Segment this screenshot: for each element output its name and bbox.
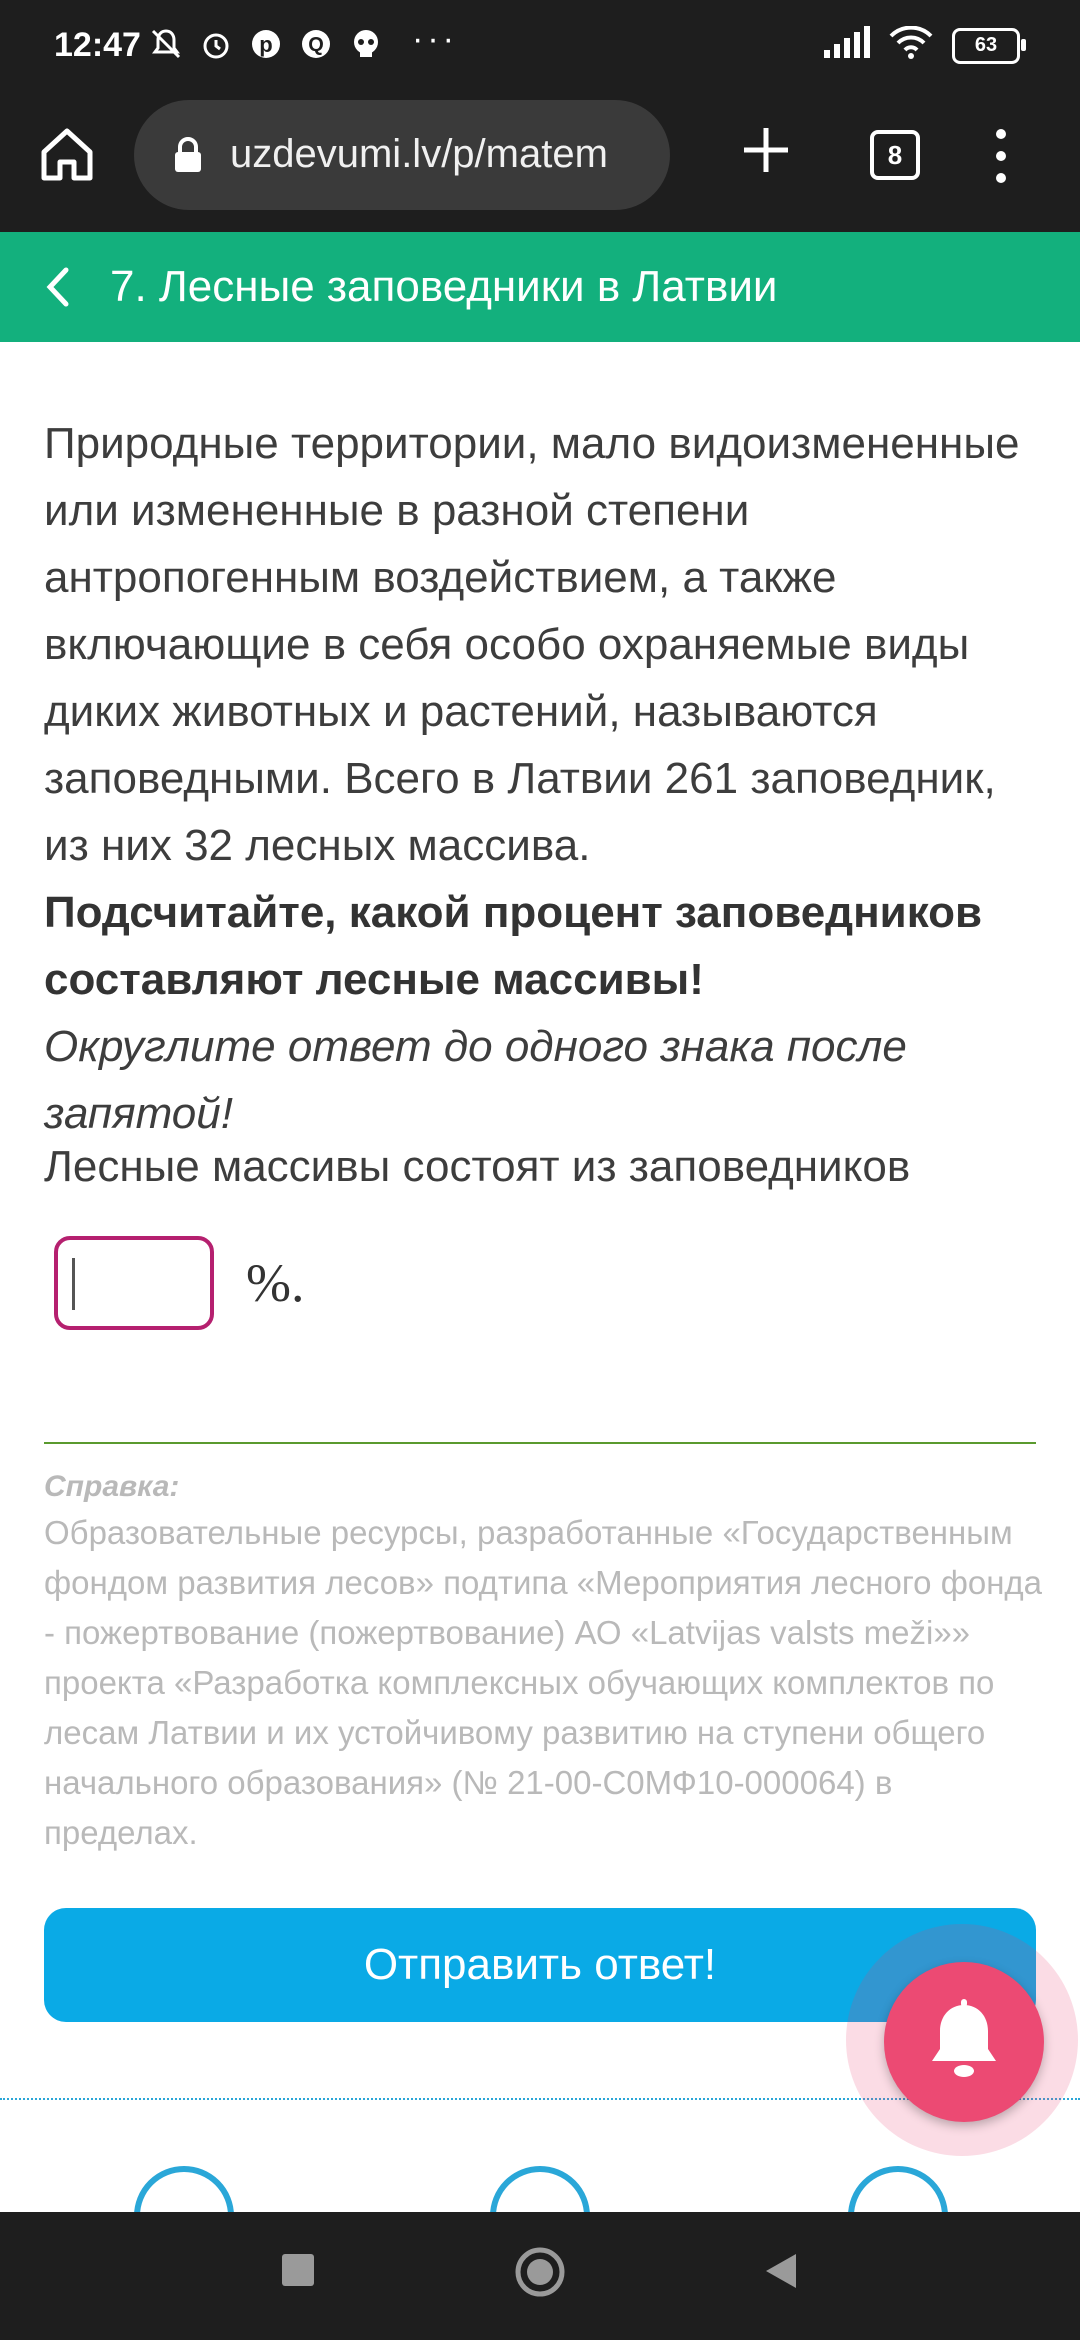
notification-icons: p Q ···	[148, 20, 458, 62]
alarm-icon	[198, 26, 234, 62]
menu-icon[interactable]	[986, 124, 1016, 188]
task-paragraph: Природные территории, мало видоизмененны…	[44, 410, 1044, 1147]
clock: 12:47	[54, 26, 141, 64]
topic-title: 7. Лесные заповедники в Латвии	[110, 262, 778, 311]
battery-indicator: 63	[952, 27, 1026, 64]
mute-icon	[148, 26, 184, 62]
task-description: Природные территории, мало видоизмененны…	[44, 419, 1020, 870]
topic-header: 7. Лесные заповедники в Латвии	[0, 232, 1080, 342]
svg-text:p: p	[259, 32, 272, 57]
tab-count: 8	[887, 139, 903, 170]
plus-icon[interactable]	[736, 120, 796, 180]
more-notifications: ···	[412, 19, 458, 58]
lock-icon	[172, 136, 204, 174]
home-icon[interactable]	[34, 122, 100, 188]
svg-text:Q: Q	[308, 34, 324, 56]
notification-bell-halo	[846, 1924, 1078, 2156]
system-icons: 63	[822, 25, 1026, 65]
battery-level: 63	[974, 34, 998, 56]
address-bar[interactable]: uzdevumi.lv/p/matem	[134, 100, 670, 210]
reference-label: Справка:	[44, 1470, 180, 1503]
back-icon[interactable]	[38, 262, 78, 312]
skull-icon	[348, 26, 384, 62]
recents-icon[interactable]	[280, 2252, 316, 2293]
task-text: Природные территории, мало видоизмененны…	[44, 410, 1044, 1147]
answer-input[interactable]	[54, 1236, 214, 1330]
system-navigation-bar	[0, 2212, 1080, 2340]
task-instruction: Подсчитайте, какой процент заповедников …	[44, 888, 983, 1004]
text-cursor	[72, 1258, 75, 1310]
bell-icon[interactable]	[884, 1962, 1044, 2122]
pinterest-icon: p	[248, 26, 284, 62]
quora-icon: Q	[298, 26, 334, 62]
divider	[44, 1442, 1036, 1444]
home-nav-icon[interactable]	[514, 2246, 566, 2303]
unit-label: %.	[246, 1253, 305, 1313]
signal-icon	[822, 26, 870, 65]
status-bar: 12:47 p Q ··· 63	[0, 0, 1080, 96]
tabs-icon[interactable]: 8	[870, 130, 920, 180]
reference-text: Образовательные ресурсы, разработанные «…	[44, 1514, 1043, 1851]
rounding-hint: Округлите ответ до одного знака после за…	[44, 1022, 907, 1138]
back-nav-icon[interactable]	[762, 2252, 800, 2295]
wifi-icon	[888, 25, 934, 65]
url-text[interactable]: uzdevumi.lv/p/matem	[230, 132, 608, 177]
browser-toolbar: uzdevumi.lv/p/matem 8	[0, 96, 1080, 232]
question-text: Лесные массивы состоят из заповедников	[44, 1142, 911, 1191]
